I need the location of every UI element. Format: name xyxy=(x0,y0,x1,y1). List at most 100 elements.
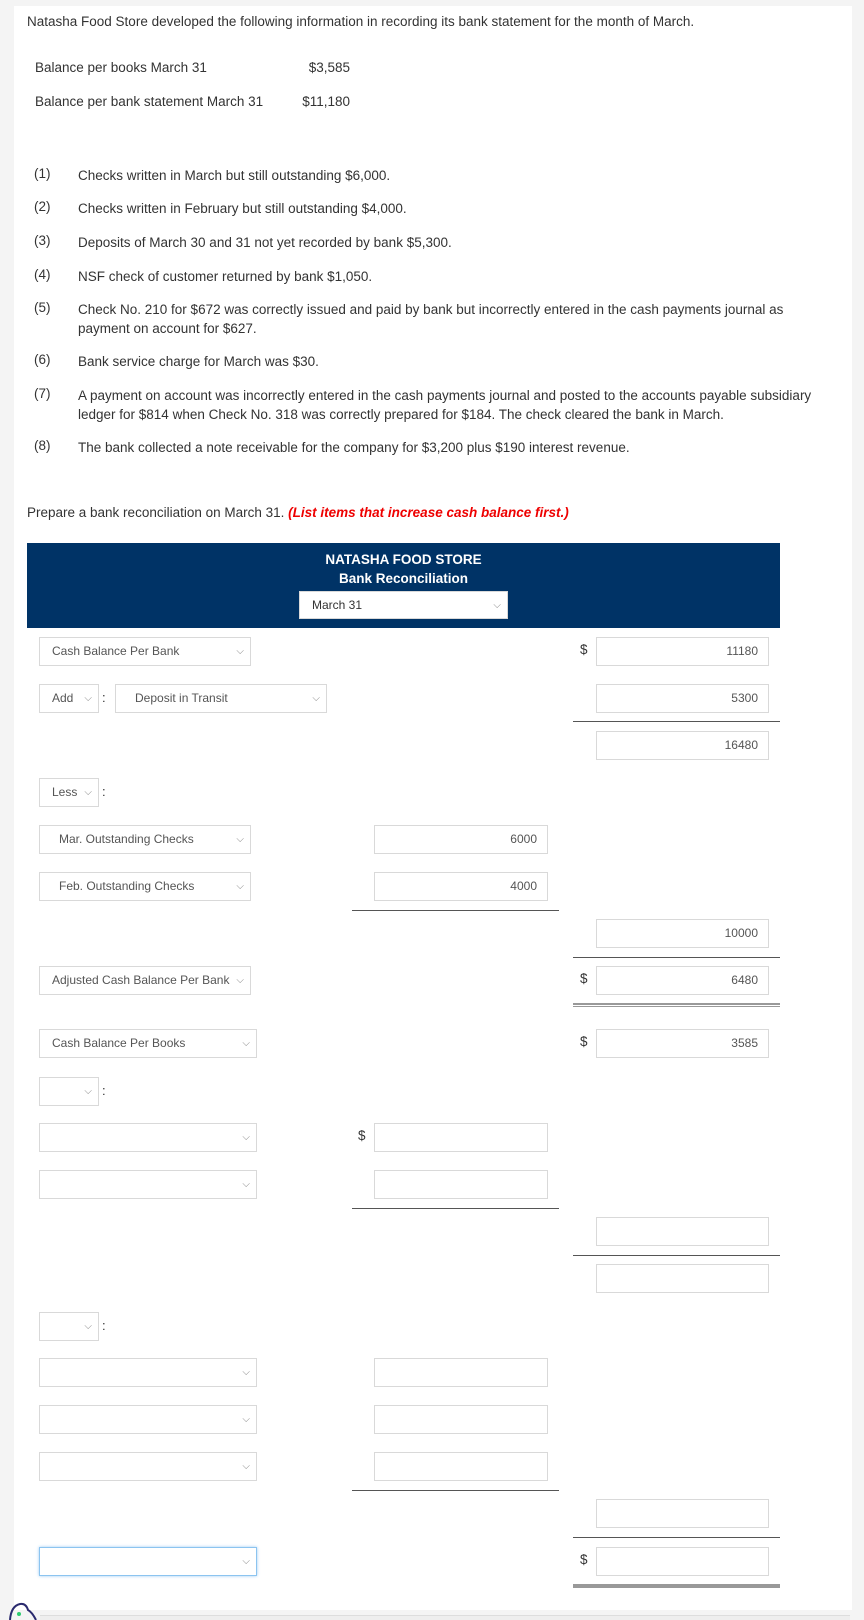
chevron-down-icon: ⌵ xyxy=(236,881,244,892)
item-text: Checks written in March but still outsta… xyxy=(78,168,391,183)
chevron-down-icon: ⌵ xyxy=(242,1179,250,1190)
item-number: (2) xyxy=(34,199,51,214)
books-start-select[interactable]: Cash Balance Per Books ⌵ xyxy=(39,1029,257,1058)
books-op2-item-amount[interactable] xyxy=(374,1358,548,1387)
less-item-select[interactable]: Feb. Outstanding Checks ⌵ xyxy=(39,872,251,901)
company-name: NATASHA FOOD STORE xyxy=(325,552,482,567)
books-adjusted-amount[interactable] xyxy=(596,1547,769,1576)
dollar-sign: $ xyxy=(358,1128,366,1143)
underline xyxy=(352,910,559,911)
chevron-down-icon: ⌵ xyxy=(493,600,501,611)
bank-subtotal-amount[interactable]: 16480 xyxy=(596,731,769,760)
dollar-sign: $ xyxy=(580,971,588,986)
balance-bank-label: Balance per bank statement March 31 xyxy=(35,94,264,109)
underline xyxy=(573,721,780,722)
less-item-amount[interactable]: 4000 xyxy=(374,872,548,901)
statement-title: Bank Reconciliation xyxy=(338,571,469,586)
item-text: A payment on account was incorrectly ent… xyxy=(78,388,812,422)
item-text: Checks written in February but still out… xyxy=(78,201,407,216)
books-op1-item-amount[interactable] xyxy=(374,1170,548,1199)
books-start-amount[interactable]: 3585 xyxy=(596,1029,769,1058)
books-op2-item-select[interactable]: ⌵ xyxy=(39,1452,257,1481)
select-value: Deposit in Transit xyxy=(135,691,228,705)
add-item-amount[interactable]: 5300 xyxy=(596,684,769,713)
item-number: (8) xyxy=(34,438,51,453)
chevron-down-icon: ⌵ xyxy=(242,1132,250,1143)
select-value: Feb. Outstanding Checks xyxy=(59,879,195,893)
item-text: Deposits of March 30 and 31 not yet reco… xyxy=(78,235,452,250)
reconciliation-header: NATASHA FOOD STORE Bank Reconciliation M… xyxy=(27,543,780,628)
item-number: (7) xyxy=(34,386,51,401)
item-number: (3) xyxy=(34,233,51,248)
less-total-amount[interactable]: 10000 xyxy=(596,919,769,948)
books-op2-item-amount[interactable] xyxy=(374,1405,548,1434)
item-number: (5) xyxy=(34,300,51,315)
less-item-select[interactable]: Mar. Outstanding Checks ⌵ xyxy=(39,825,251,854)
chevron-down-icon: ⌵ xyxy=(84,1086,92,1097)
intro-text: Natasha Food Store developed the followi… xyxy=(27,14,695,29)
colon: : xyxy=(102,784,106,799)
books-op1-select[interactable]: ⌵ xyxy=(39,1077,99,1106)
underline xyxy=(352,1208,559,1209)
chevron-down-icon: ⌵ xyxy=(236,646,244,657)
add-op-select[interactable]: Add ⌵ xyxy=(39,684,99,713)
colon: : xyxy=(102,1083,106,1098)
books-op2-select[interactable]: ⌵ xyxy=(39,1312,99,1341)
select-value: Mar. Outstanding Checks xyxy=(59,832,194,846)
colon: : xyxy=(102,690,106,705)
item-number: (6) xyxy=(34,352,51,367)
colon: : xyxy=(102,1318,106,1333)
item-text: Bank service charge for March was $30. xyxy=(78,354,319,369)
chevron-down-icon: ⌵ xyxy=(84,1321,92,1332)
underline xyxy=(573,1537,780,1538)
balance-books-value: $3,585 xyxy=(308,60,350,75)
chevron-down-icon: ⌵ xyxy=(236,834,244,845)
chevron-down-icon: ⌵ xyxy=(236,975,244,986)
chevron-down-icon: ⌵ xyxy=(242,1461,250,1472)
underline xyxy=(352,1490,559,1491)
instruction: Prepare a bank reconciliation on March 3… xyxy=(27,505,569,520)
select-value: Cash Balance Per Bank xyxy=(52,644,180,658)
underline xyxy=(573,957,780,958)
books-op1-item-amount[interactable] xyxy=(374,1123,548,1152)
less-op-select[interactable]: Less ⌵ xyxy=(39,778,99,807)
item-number: (1) xyxy=(34,166,51,181)
date-select[interactable]: March 31 ⌵ xyxy=(299,591,508,619)
dollar-sign: $ xyxy=(580,1034,588,1049)
books-op2-total-amount[interactable] xyxy=(596,1499,769,1528)
chevron-down-icon: ⌵ xyxy=(242,1414,250,1425)
double-underline xyxy=(573,1584,780,1588)
select-value: Adjusted Cash Balance Per Bank xyxy=(52,973,230,987)
select-value: Add xyxy=(52,691,74,705)
books-adjusted-select[interactable]: ⌵ xyxy=(39,1547,257,1576)
instruction-emphasis: (List items that increase cash balance f… xyxy=(288,505,569,520)
books-op1-total-amount[interactable] xyxy=(596,1217,769,1246)
balance-bank-value: $11,180 xyxy=(302,94,350,109)
item-text: The bank collected a note receivable for… xyxy=(78,440,630,455)
dollar-sign: $ xyxy=(580,642,588,657)
bank-start-amount[interactable]: 11180 xyxy=(596,637,769,666)
books-subtotal-amount[interactable] xyxy=(596,1264,769,1293)
item-text: Check No. 210 for $672 was correctly iss… xyxy=(78,302,784,336)
books-op2-item-select[interactable]: ⌵ xyxy=(39,1405,257,1434)
chevron-down-icon: ⌵ xyxy=(242,1367,250,1378)
bank-adjusted-amount[interactable]: 6480 xyxy=(596,966,769,995)
bottom-toolbar xyxy=(40,1615,850,1620)
bank-adjusted-select[interactable]: Adjusted Cash Balance Per Bank ⌵ xyxy=(39,966,251,995)
books-op2-item-select[interactable]: ⌵ xyxy=(39,1358,257,1387)
less-item-amount[interactable]: 6000 xyxy=(374,825,548,854)
double-underline xyxy=(573,1003,780,1007)
books-op2-item-amount[interactable] xyxy=(374,1452,548,1481)
chevron-down-icon: ⌵ xyxy=(84,693,92,704)
instruction-text: Prepare a bank reconciliation on March 3… xyxy=(27,505,289,520)
books-op1-item-select[interactable]: ⌵ xyxy=(39,1170,257,1199)
chevron-down-icon: ⌵ xyxy=(242,1038,250,1049)
bank-start-select[interactable]: Cash Balance Per Bank ⌵ xyxy=(39,637,251,666)
date-select-value: March 31 xyxy=(312,598,363,612)
select-value: Cash Balance Per Books xyxy=(52,1036,186,1050)
balance-books-label: Balance per books March 31 xyxy=(35,60,207,75)
add-item-select[interactable]: Deposit in Transit ⌵ xyxy=(115,684,327,713)
chevron-down-icon: ⌵ xyxy=(312,693,320,704)
item-text: NSF check of customer returned by bank $… xyxy=(78,269,373,284)
books-op1-item-select[interactable]: ⌵ xyxy=(39,1123,257,1152)
